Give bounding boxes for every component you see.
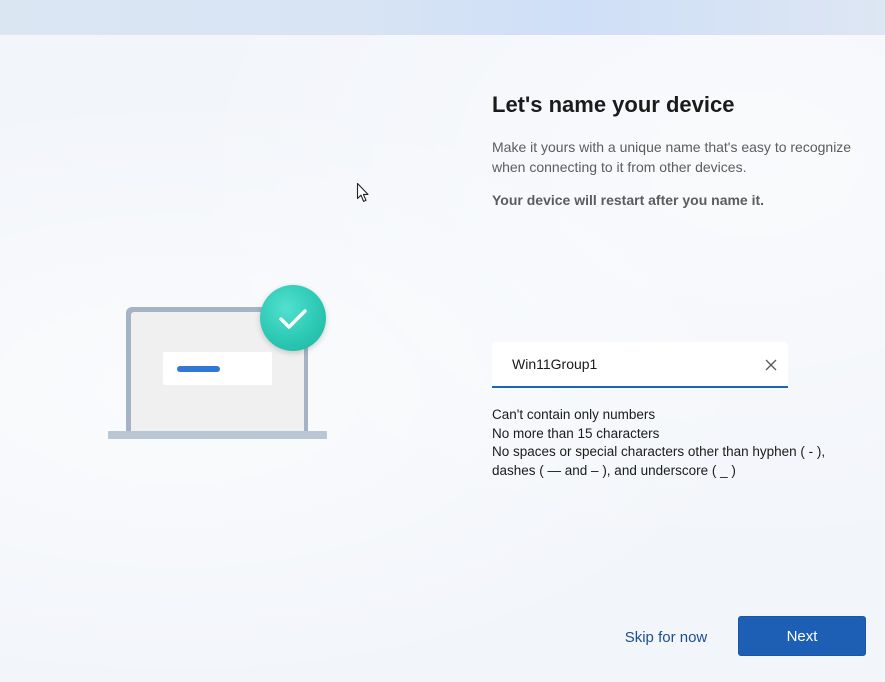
rule-item: Can't contain only numbers [492, 407, 656, 422]
next-button[interactable]: Next [738, 616, 866, 656]
naming-rules: Can't contain only numbers No more than … [492, 406, 852, 480]
restart-warning: Your device will restart after you name … [492, 192, 765, 208]
close-icon [765, 359, 777, 371]
checkmark-icon [260, 285, 326, 351]
skip-button[interactable]: Skip for now [606, 617, 726, 657]
laptop-card-bar [177, 366, 220, 372]
clear-input-button[interactable] [760, 354, 782, 376]
device-illustration [0, 0, 885, 682]
page-title: Let's name your device [492, 92, 735, 117]
mouse-pointer-icon [356, 182, 372, 209]
rule-item: No spaces or special characters other th… [492, 444, 826, 460]
rule-item: dashes ( — and – ), and underscore ( _ ) [492, 462, 736, 478]
laptop-base [108, 431, 327, 439]
device-name-input[interactable] [492, 342, 752, 386]
rule-item: No more than 15 characters [492, 425, 660, 441]
device-name-field[interactable] [492, 342, 788, 388]
page-description: Make it yours with a unique name that's … [492, 139, 852, 175]
